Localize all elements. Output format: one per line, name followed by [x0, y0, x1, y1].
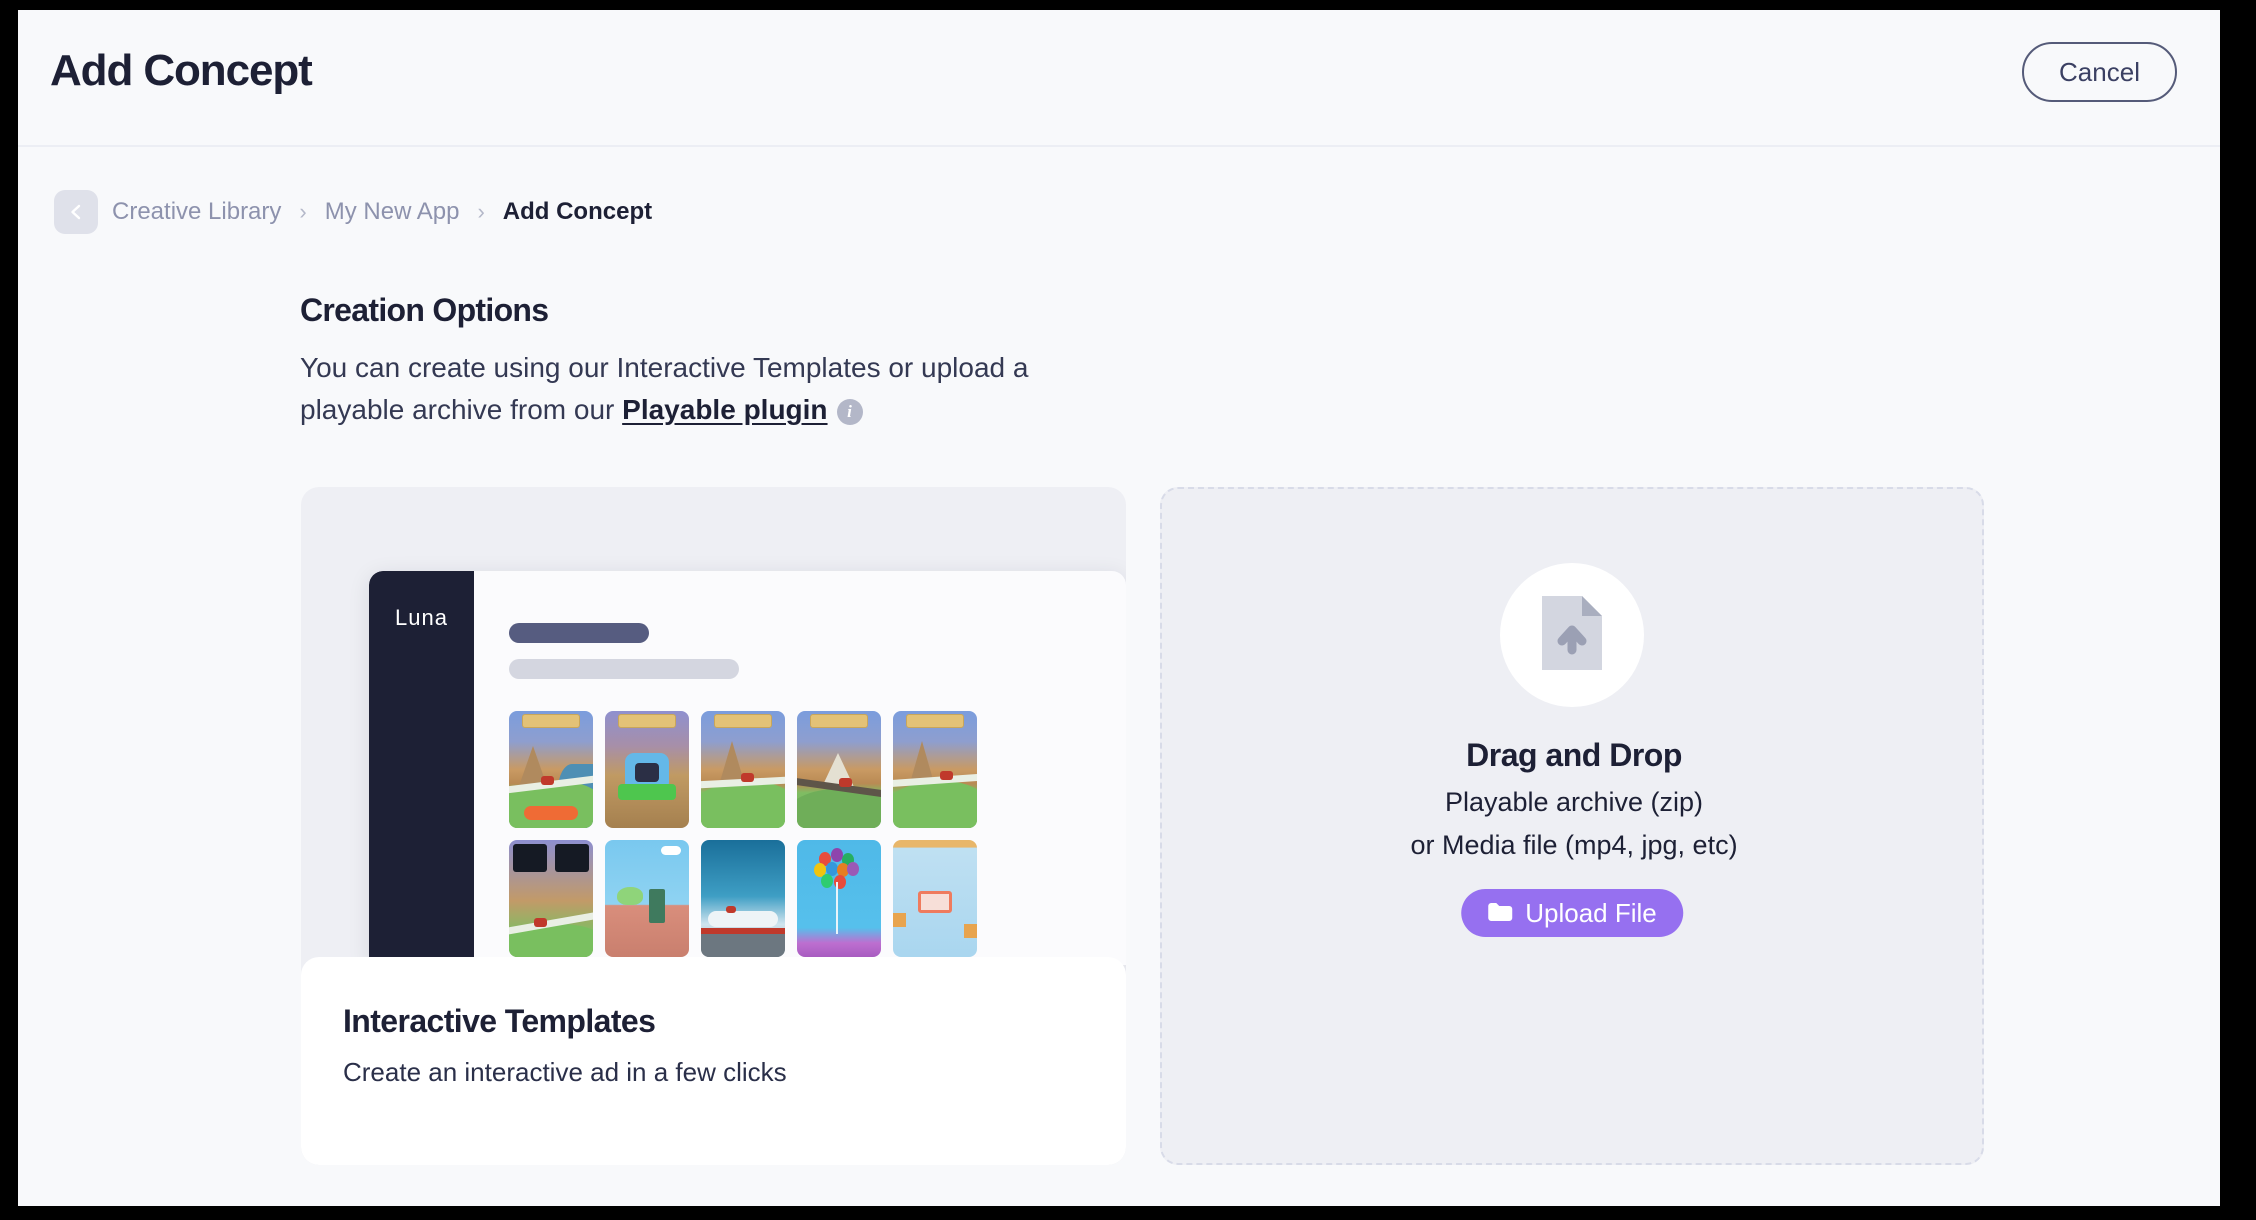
template-thumbnail: [797, 711, 881, 828]
chevron-left-icon: [66, 202, 86, 222]
template-thumbnail: [797, 840, 881, 957]
interactive-templates-subtitle: Create an interactive ad in a few clicks: [343, 1057, 787, 1087]
template-thumbnail: [605, 840, 689, 957]
breadcrumb-item-creative-library[interactable]: Creative Library: [112, 198, 281, 226]
info-icon[interactable]: i: [836, 399, 863, 425]
mockup-logo: Luna: [395, 605, 448, 630]
breadcrumb-separator: ›: [299, 199, 307, 224]
upload-file-button-label: Upload File: [1525, 897, 1657, 928]
upload-icon-container: [1500, 563, 1644, 707]
template-thumbnail: [605, 711, 689, 828]
creation-options-heading: Creation Options: [300, 292, 549, 328]
drag-and-drop-line-2: or Media file (mp4, jpg, etc): [1410, 830, 1738, 860]
page-title: Add Concept: [50, 46, 313, 95]
drag-and-drop-zone[interactable]: Drag and Drop Playable archive (zip) or …: [1160, 487, 1984, 1165]
mockup-skeleton-subtitle: [509, 659, 739, 679]
mockup-skeleton-title: [509, 623, 649, 643]
template-thumbnail: [701, 711, 785, 828]
app-viewport: Add Concept Cancel Creative Library › My…: [18, 10, 2220, 1206]
interactive-templates-card[interactable]: Luna Interactive Templates Create an int…: [301, 487, 1126, 1165]
breadcrumb-item-add-concept: Add Concept: [502, 198, 653, 225]
breadcrumb: Creative Library › My New App › Add Conc…: [54, 190, 652, 234]
template-thumbnail: [893, 711, 977, 828]
playable-plugin-link[interactable]: Playable plugin: [622, 394, 827, 425]
template-thumbnail: [509, 711, 593, 828]
mockup-template-grid: [509, 711, 977, 957]
drag-and-drop-line-1: Playable archive (zip): [1444, 787, 1704, 817]
upload-file-button[interactable]: Upload File: [1461, 889, 1683, 937]
interactive-templates-card-footer: Interactive Templates Create an interact…: [301, 957, 1126, 1165]
breadcrumb-separator: ›: [477, 199, 485, 224]
template-preview-mockup: Luna: [369, 571, 1126, 965]
template-thumbnail: [701, 840, 785, 957]
cancel-button[interactable]: Cancel: [2022, 42, 2177, 102]
breadcrumb-item-my-new-app[interactable]: My New App: [325, 198, 460, 226]
back-button[interactable]: [54, 190, 98, 234]
creation-options-description: You can create using our Interactive Tem…: [300, 347, 1060, 431]
template-thumbnail: [509, 840, 593, 957]
folder-icon: [1487, 898, 1513, 929]
file-upload-icon: [1538, 592, 1606, 679]
cancel-button-label: Cancel: [2059, 56, 2140, 87]
interactive-templates-title: Interactive Templates: [343, 1003, 656, 1039]
app-header: Add Concept Cancel: [18, 10, 2220, 147]
template-thumbnail: [893, 840, 977, 957]
drag-and-drop-title: Drag and Drop: [1466, 737, 1682, 773]
